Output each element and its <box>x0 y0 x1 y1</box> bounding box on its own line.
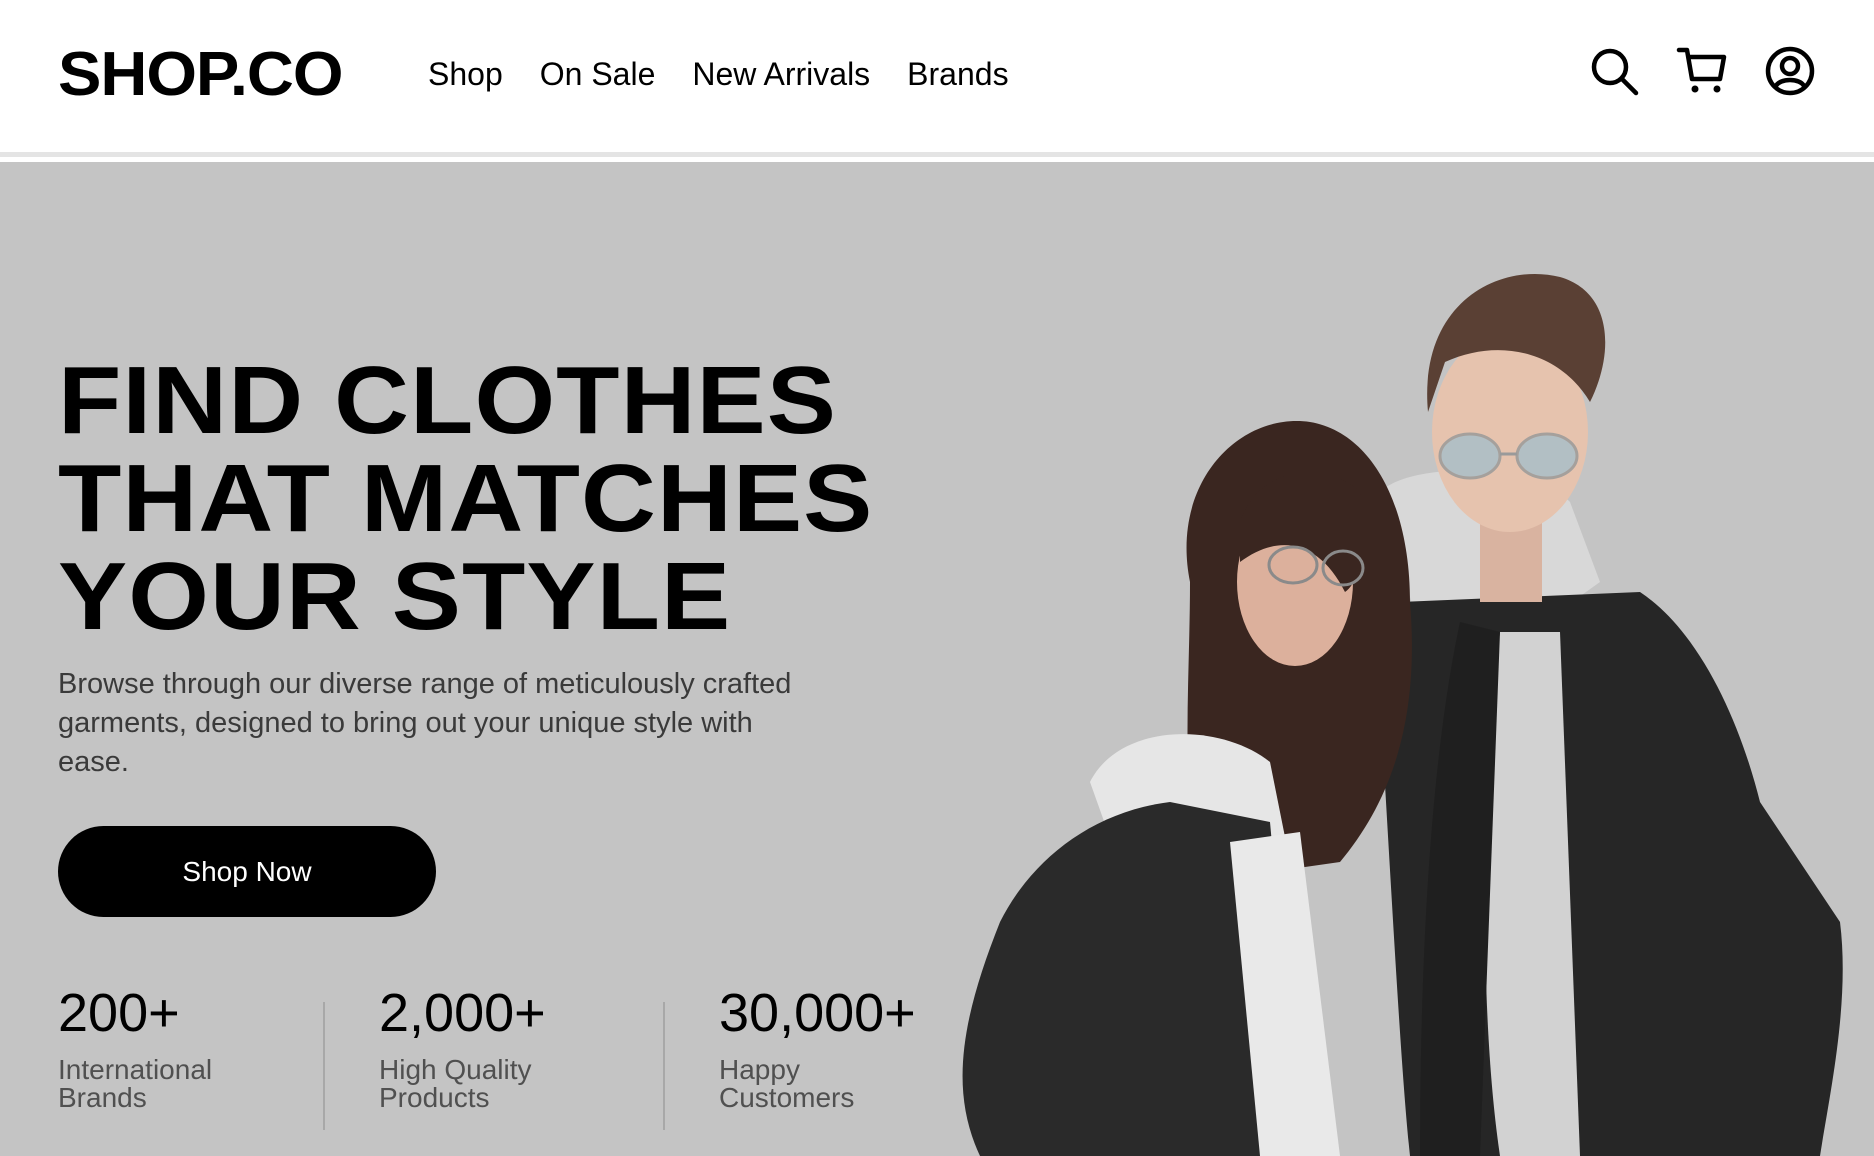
stat-customers: 30,000+ Happy Customers <box>719 982 916 1112</box>
stat-label-line: International <box>58 1054 213 1085</box>
nav-link-new-arrivals[interactable]: New Arrivals <box>692 54 870 94</box>
hero-title: FIND CLOTHES THAT MATCHES YOUR STYLE <box>58 352 1030 646</box>
stat-brands: 200+ International Brands <box>58 982 212 1112</box>
hero-description-line: garments, designed to bring out your uni… <box>58 707 753 739</box>
shop-now-button[interactable]: Shop Now <box>58 826 436 917</box>
stat-label: Happy Customers <box>719 1056 916 1112</box>
stat-value: 30,000+ <box>719 983 916 1043</box>
stat-value: 200+ <box>58 983 180 1043</box>
hero-section: FIND CLOTHES THAT MATCHES YOUR STYLE Bro… <box>0 162 1874 1156</box>
hero-description: Browse through our diverse range of meti… <box>58 665 898 782</box>
stat-label-line: Happy <box>719 1054 800 1085</box>
stat-divider <box>663 1002 665 1130</box>
hero-title-line: FIND CLOTHES <box>58 347 838 454</box>
stat-label-line: Products <box>379 1082 490 1113</box>
nav-link-shop[interactable]: Shop <box>428 54 503 94</box>
stat-value: 2,000+ <box>379 983 546 1043</box>
couple-illustration <box>962 273 1843 1156</box>
stat-products: 2,000+ High Quality Products <box>379 982 546 1112</box>
page: SHOP.CO Shop On Sale New Arrivals Brands <box>0 0 1874 1156</box>
hero-title-line: THAT MATCHES <box>58 445 874 552</box>
nav-link-brands[interactable]: Brands <box>907 54 1008 94</box>
header-actions <box>1588 45 1816 97</box>
nav-link-on-sale[interactable]: On Sale <box>540 54 656 94</box>
site-header: SHOP.CO Shop On Sale New Arrivals Brands <box>0 0 1874 157</box>
stat-label: High Quality Products <box>379 1056 546 1112</box>
cart-icon[interactable] <box>1676 45 1728 97</box>
hero-description-line: ease. <box>58 746 129 778</box>
hero-description-line: Browse through our diverse range of meti… <box>58 668 792 700</box>
stat-label: International Brands <box>58 1056 212 1112</box>
logo[interactable]: SHOP.CO <box>58 38 344 112</box>
stat-label-line: High Quality <box>379 1054 532 1085</box>
hero-image <box>940 162 1874 1156</box>
search-icon[interactable] <box>1588 45 1640 97</box>
account-icon[interactable] <box>1764 45 1816 97</box>
stat-divider <box>323 1002 325 1130</box>
stat-label-line: Brands <box>58 1082 147 1113</box>
main-nav: Shop On Sale New Arrivals Brands <box>428 54 1009 94</box>
stat-label-line: Customers <box>719 1082 855 1113</box>
hero-title-line: YOUR STYLE <box>58 543 732 650</box>
